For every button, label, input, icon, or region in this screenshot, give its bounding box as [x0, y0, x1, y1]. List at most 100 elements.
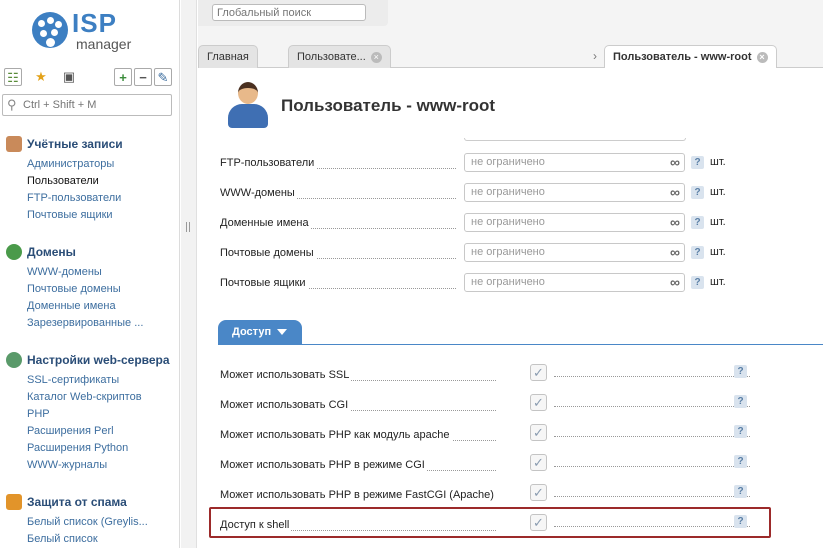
sidebar-item-domain-names[interactable]: Доменные имена [27, 298, 167, 315]
sidebar-item-www-logs[interactable]: WWW-журналы [27, 457, 167, 474]
sidebar-item-greylist-whitelist[interactable]: Белый список (Greylis... [27, 514, 167, 531]
limit-row-www-domains: WWW-домены не ограничено ∞ ? шт. [220, 183, 800, 205]
app-root: ISP manager ☷ ★ ▣ + − ✎ ⚲ Учётные записи… [0, 0, 823, 548]
field-label: Может использовать SSL [220, 369, 352, 381]
splitter-grip-icon[interactable] [186, 222, 190, 232]
sidebar-splitter[interactable] [181, 0, 197, 548]
help-icon[interactable]: ? [734, 455, 747, 468]
tab-user-www-root[interactable]: Пользователь - www-root × [604, 45, 777, 70]
sidebar-item-perl[interactable]: Расширения Perl [27, 423, 167, 440]
cgi-checkbox[interactable]: ✓ [530, 394, 547, 411]
php-cgi-checkbox[interactable]: ✓ [530, 454, 547, 471]
sidebar-section-header[interactable]: Настройки web-сервера [6, 351, 176, 369]
help-icon[interactable]: ? [691, 276, 704, 289]
unit-label: шт. [710, 276, 726, 288]
sidebar-section-domains: Домены WWW-домены Почтовые домены Доменн… [6, 243, 176, 332]
infinity-icon[interactable]: ∞ [670, 244, 680, 261]
section-title: Учётные записи [27, 137, 123, 151]
tab-label: Главная [207, 51, 249, 63]
field-label: WWW-домены [220, 187, 297, 199]
favorites-star-icon[interactable]: ★ [32, 68, 50, 86]
sidebar-item-administrators[interactable]: Администраторы [27, 156, 167, 173]
php-module-checkbox[interactable]: ✓ [530, 424, 547, 441]
sidebar-item-ssl[interactable]: SSL-сертификаты [27, 372, 167, 389]
help-icon[interactable]: ? [691, 246, 704, 259]
sidebar-item-users[interactable]: Пользователи [27, 173, 167, 190]
field-label: Может использовать PHP в режиме FastCGI … [220, 489, 496, 501]
sidebar-item-php[interactable]: PHP [27, 406, 167, 423]
field-value: не ограничено [471, 276, 545, 288]
menu-search-input[interactable] [23, 97, 168, 113]
help-icon[interactable]: ? [691, 186, 704, 199]
sidebar-item-reserved[interactable]: Зарезервированные ... [27, 315, 167, 332]
close-icon[interactable]: × [756, 51, 768, 63]
users-icon [6, 136, 22, 152]
ssl-checkbox[interactable]: ✓ [530, 364, 547, 381]
top-bar: Главная Пользовате... × › Пользователь - … [198, 0, 823, 70]
section-title: Настройки web-сервера [27, 353, 170, 367]
help-icon[interactable]: ? [734, 365, 747, 378]
unit-label: шт. [710, 186, 726, 198]
tree-view-icon[interactable]: ☷ [4, 68, 22, 86]
field-label: Доменные имена [220, 217, 311, 229]
sidebar-section-header[interactable]: Учётные записи [6, 135, 176, 153]
sidebar-toolbar: ☷ ★ ▣ + − ✎ [4, 68, 174, 86]
sidebar: ISP manager ☷ ★ ▣ + − ✎ ⚲ Учётные записи… [0, 0, 180, 548]
globe-icon [6, 244, 22, 260]
infinity-icon[interactable]: ∞ [670, 184, 680, 201]
web-server-globe-icon [6, 352, 22, 368]
help-icon[interactable]: ? [734, 395, 747, 408]
section-title: Защита от спама [27, 495, 127, 509]
access-row-php-module: Может использовать PHP как модуль apache… [220, 424, 800, 447]
access-row-php-fastcgi: Может использовать PHP в режиме FastCGI … [220, 484, 800, 507]
infinity-icon[interactable]: ∞ [670, 154, 680, 171]
logo-mark-icon [32, 12, 68, 48]
sidebar-section-accounts: Учётные записи Администраторы Пользовате… [6, 135, 176, 224]
pin-icon[interactable]: ✎ [154, 68, 172, 86]
limit-row-domain-names: Доменные имена не ограничено ∞ ? шт. [220, 213, 800, 235]
infinity-icon[interactable]: ∞ [670, 214, 680, 231]
unit-label: шт. [710, 156, 726, 168]
access-row-cgi: Может использовать CGI ✓ ? [220, 394, 800, 417]
sidebar-item-www-domains[interactable]: WWW-домены [27, 264, 167, 281]
sidebar-item-mail-domains[interactable]: Почтовые домены [27, 281, 167, 298]
help-icon[interactable]: ? [691, 156, 704, 169]
expand-all-icon[interactable]: + [114, 68, 132, 86]
www-domains-limit-field[interactable]: не ограничено ∞ [464, 183, 685, 202]
collapse-all-icon[interactable]: − [134, 68, 152, 86]
field-value: не ограничено [471, 186, 545, 198]
help-icon[interactable]: ? [734, 485, 747, 498]
chevron-right-icon: › [593, 49, 597, 63]
help-icon[interactable]: ? [691, 216, 704, 229]
mailboxes-limit-field[interactable]: не ограничено ∞ [464, 273, 685, 292]
ftp-users-limit-field[interactable]: не ограничено ∞ [464, 153, 685, 172]
sidebar-item-ftp-users[interactable]: FTP-пользователи [27, 190, 167, 207]
isp-manager-logo[interactable]: ISP manager [32, 8, 152, 54]
sidebar-item-web-scripts[interactable]: Каталог Web-скриптов [27, 389, 167, 406]
section-label: Доступ [232, 326, 272, 338]
tab-home[interactable]: Главная [198, 45, 258, 69]
main-content: Пользователь - www-root FTP-пользователи… [198, 68, 823, 548]
global-search-container [198, 0, 388, 26]
sidebar-item-whitelist[interactable]: Белый список [27, 531, 167, 548]
access-section-toggle[interactable]: Доступ [218, 320, 302, 344]
field-label: FTP-пользователи [220, 157, 317, 169]
briefcase-icon[interactable]: ▣ [60, 68, 78, 86]
section-title: Домены [27, 245, 76, 259]
sidebar-section-antispam: Защита от спама Белый список (Greylis...… [6, 493, 176, 548]
help-icon[interactable]: ? [734, 425, 747, 438]
caret-down-icon [277, 329, 288, 336]
domain-names-limit-field[interactable]: не ограничено ∞ [464, 213, 685, 232]
sidebar-section-header[interactable]: Защита от спама [6, 493, 176, 511]
menu-search[interactable]: ⚲ [2, 94, 172, 116]
global-search-input[interactable] [212, 4, 366, 21]
mail-domains-limit-field[interactable]: не ограничено ∞ [464, 243, 685, 262]
sidebar-section-header[interactable]: Домены [6, 243, 176, 261]
field-label: Может использовать PHP как модуль apache [220, 429, 452, 441]
php-fastcgi-checkbox[interactable]: ✓ [530, 484, 547, 501]
sidebar-item-mailboxes[interactable]: Почтовые ящики [27, 207, 167, 224]
close-icon[interactable]: × [370, 51, 382, 63]
infinity-icon[interactable]: ∞ [670, 274, 680, 291]
sidebar-item-python[interactable]: Расширения Python [27, 440, 167, 457]
tab-users[interactable]: Пользовате... × [288, 45, 391, 69]
